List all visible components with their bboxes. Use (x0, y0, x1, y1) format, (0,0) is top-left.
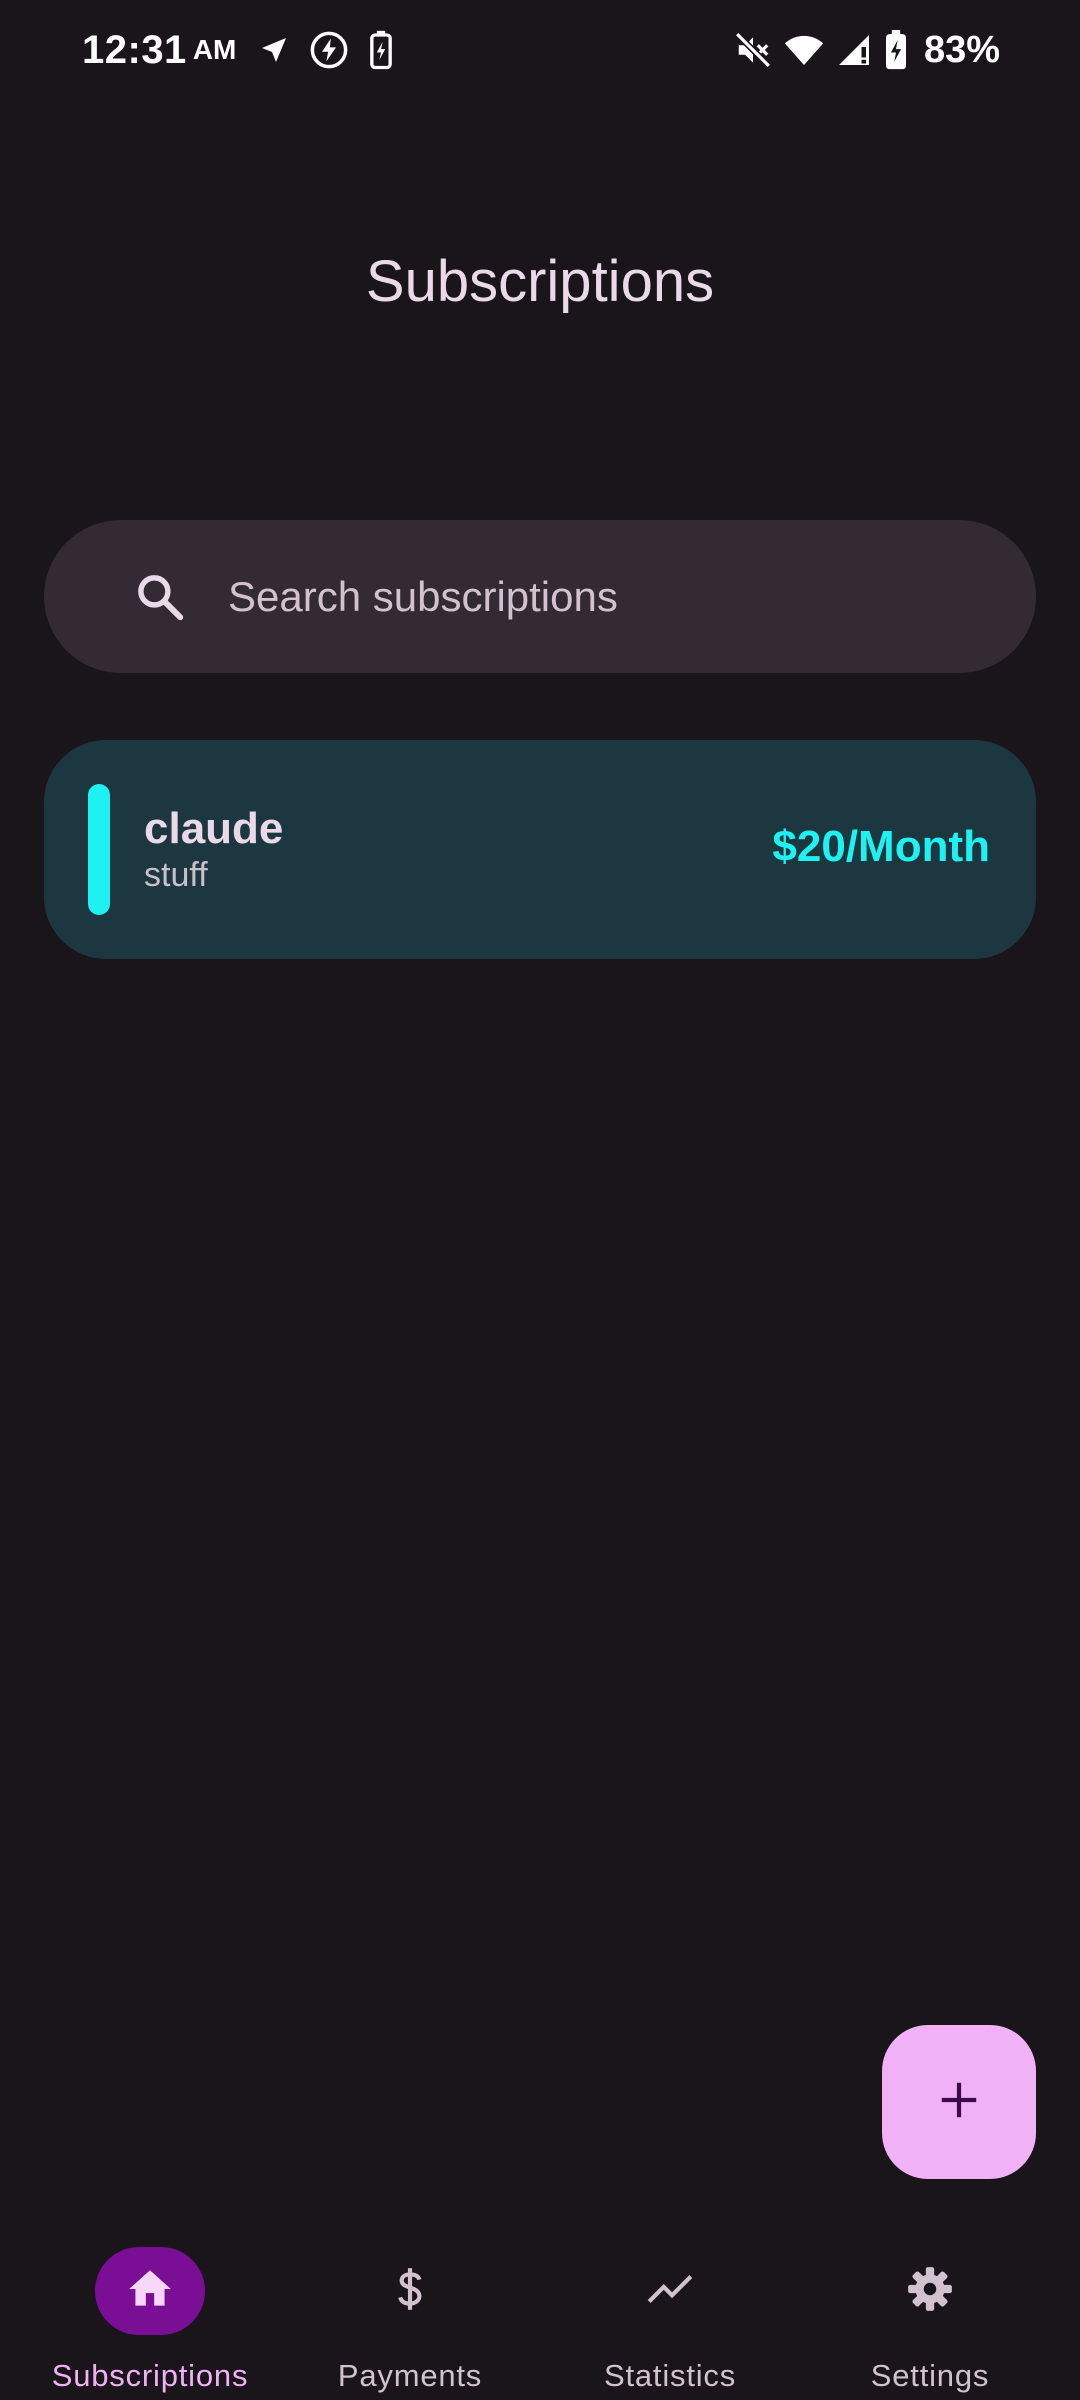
subscription-color-indicator (88, 784, 110, 915)
status-bar: 12:31 AM 83% (0, 0, 1080, 100)
battery-saver-icon (368, 30, 394, 70)
navigation-icon (258, 34, 290, 66)
bottom-navigation: Subscriptions Payments Statistics Settin… (0, 2222, 1080, 2400)
nav-item-settings[interactable]: Settings (795, 2222, 1065, 2400)
wifi-icon (784, 32, 824, 68)
data-saver-icon (308, 29, 350, 71)
plus-icon (936, 2077, 982, 2128)
battery-percentage: 83% (923, 28, 1000, 71)
search-icon (132, 569, 188, 625)
subscription-description: stuff (144, 856, 208, 894)
nav-active-indicator (95, 2247, 205, 2335)
trending-icon (645, 2264, 695, 2319)
signal-icon (836, 32, 872, 68)
home-icon (125, 2264, 175, 2319)
search-bar[interactable]: Search subscriptions (44, 520, 1036, 673)
subscription-price: $20/Month (772, 822, 990, 871)
subscription-card[interactable]: claude stuff $20/Month (44, 740, 1036, 959)
search-input[interactable]: Search subscriptions (228, 573, 618, 621)
nav-icon-container (615, 2247, 725, 2335)
dollar-icon (385, 2264, 435, 2319)
gear-icon (905, 2264, 955, 2319)
nav-item-payments[interactable]: Payments (275, 2222, 545, 2400)
nav-label-subscriptions: Subscriptions (51, 2358, 249, 2393)
page-title: Subscriptions (365, 249, 715, 314)
battery-charging-icon (884, 30, 908, 70)
status-right: 83% (734, 22, 1000, 78)
nav-label-payments: Payments (337, 2358, 483, 2393)
subscription-name: claude (144, 804, 284, 853)
status-ampm: AM (192, 34, 237, 65)
nav-icon-container (355, 2247, 465, 2335)
status-left: 12:31 AM (82, 22, 412, 78)
nav-item-statistics[interactable]: Statistics (535, 2222, 805, 2400)
nav-item-subscriptions[interactable]: Subscriptions (15, 2222, 285, 2400)
status-time: 12:31 (82, 27, 187, 72)
mute-icon (734, 31, 772, 69)
nav-label-settings: Settings (870, 2358, 990, 2393)
add-subscription-button[interactable] (882, 2025, 1036, 2179)
nav-label-statistics: Statistics (603, 2358, 737, 2393)
nav-icon-container (875, 2247, 985, 2335)
